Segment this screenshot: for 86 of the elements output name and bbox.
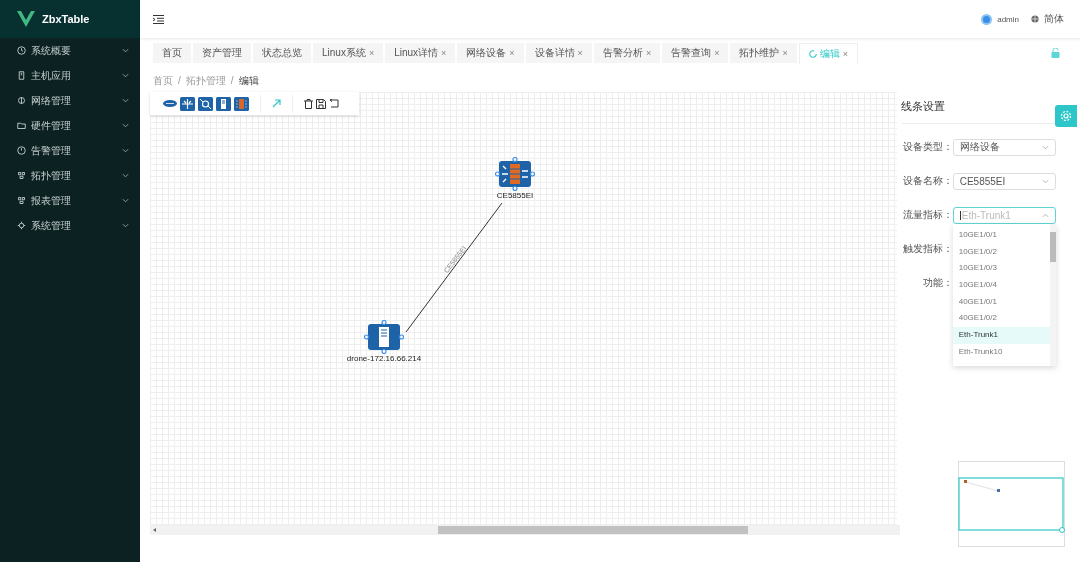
tab[interactable]: 告警查询 × [662, 43, 729, 63]
dropdown-option[interactable]: 10GE1/0/1 [952, 227, 1050, 244]
chevron-icon [122, 73, 129, 78]
dropdown-option[interactable]: Eth-Trunk1 [952, 327, 1050, 344]
tab[interactable]: 资产管理 [193, 43, 251, 63]
sidebar-item[interactable]: 告警管理 [0, 138, 140, 163]
field-label: 设备名称： [901, 174, 953, 188]
firewall-icon[interactable] [234, 96, 249, 111]
sidebar-item[interactable]: 报表管理 [0, 188, 140, 213]
dropdown-option[interactable]: 40GE1/0/2 [952, 310, 1050, 328]
close-icon[interactable]: × [441, 48, 447, 58]
close-icon[interactable]: × [509, 48, 515, 58]
chevron-icon [122, 198, 129, 203]
server-icon[interactable] [216, 96, 231, 111]
node-label: CE5855EI [496, 191, 534, 200]
tab[interactable]: 告警分析 × [593, 43, 661, 63]
tab[interactable]: 编辑 × [798, 42, 858, 64]
sidebar-item[interactable]: 系统概要 [0, 38, 140, 63]
dropdown-option[interactable]: 10GE1/0/2 [952, 243, 1050, 261]
field-label: 功能： [921, 276, 953, 290]
router-icon[interactable] [163, 100, 177, 107]
scrollbar[interactable] [150, 525, 900, 535]
close-icon[interactable]: × [577, 48, 583, 58]
scrollbar[interactable] [1049, 224, 1056, 366]
username[interactable]: admin [997, 14, 1019, 24]
sidebar-item[interactable]: 主机应用 [0, 63, 140, 88]
tab[interactable]: Linux系统 × [313, 43, 384, 63]
menu-item-icon [17, 221, 26, 230]
tab[interactable]: 网络设备 × [457, 43, 524, 63]
chevron-icon [122, 148, 129, 153]
caret-icon [1041, 212, 1049, 218]
undo-icon[interactable] [329, 99, 339, 108]
menu-item-icon [17, 46, 26, 55]
node-label: drone-172.16.66.214 [346, 354, 422, 363]
tab[interactable]: 设备详情 × [525, 43, 592, 63]
caret-icon [1041, 144, 1049, 150]
select-field[interactable]: CE5855EI [952, 172, 1056, 190]
logo-icon [17, 11, 35, 27]
breadcrumb-separator: / [178, 75, 181, 86]
breadcrumb-separator: / [230, 75, 234, 86]
menu-item-icon [17, 146, 26, 155]
app-name: ZbxTable [42, 13, 90, 25]
tab[interactable]: Linux详情 × [385, 43, 456, 63]
close-icon[interactable]: × [842, 48, 848, 59]
close-icon[interactable]: × [645, 48, 652, 58]
breadcrumb-item: 编辑 [238, 73, 259, 88]
sidebar-item[interactable]: 系统管理 [0, 213, 140, 238]
sidebar-item[interactable]: 硬件管理 [0, 113, 140, 138]
tab[interactable]: 状态总览 [253, 43, 311, 63]
save-icon[interactable] [316, 98, 326, 109]
menu-item-icon [17, 196, 26, 205]
sidebar-item[interactable]: 网络管理 [0, 88, 140, 113]
caret-icon [1041, 178, 1049, 184]
menu-item-icon [17, 121, 26, 130]
language-selector[interactable]: 简体 [1044, 12, 1064, 26]
switch-icon[interactable] [180, 96, 195, 111]
chevron-icon [122, 223, 129, 228]
chevron-icon [122, 98, 129, 103]
globe-icon[interactable] [1031, 15, 1039, 23]
switch-node-icon[interactable] [495, 157, 535, 191]
avatar-icon[interactable] [981, 13, 993, 25]
dropdown-option[interactable]: Eth-Trunk10 [952, 343, 1050, 361]
field-label: 设备类型： [901, 140, 953, 154]
menu-item-icon [17, 71, 26, 80]
chevron-icon [122, 123, 129, 128]
delete-icon[interactable] [304, 98, 313, 109]
sidebar-item[interactable]: 拓扑管理 [0, 163, 140, 188]
server-node-icon[interactable] [364, 320, 404, 354]
loading-icon [808, 49, 817, 58]
chevron-icon [122, 48, 129, 53]
close-icon[interactable]: × [714, 48, 720, 58]
dropdown-option[interactable]: 10GE1/0/3 [952, 260, 1050, 278]
dropdown-option[interactable]: 10GE1/0/4 [952, 277, 1050, 294]
field-label: 触发指标： [901, 242, 953, 256]
tab[interactable]: 首页 [153, 43, 191, 63]
close-icon[interactable]: × [368, 48, 375, 58]
select-field[interactable]: 网络设备 [952, 138, 1056, 156]
tab[interactable]: 拓扑维护 × [730, 43, 797, 63]
menu-item-icon [17, 96, 26, 105]
menu-item-icon [17, 171, 26, 180]
close-icon[interactable]: × [782, 48, 788, 58]
dropdown-option[interactable]: 40GE1/0/1 [952, 293, 1050, 311]
menu-icon[interactable] [153, 14, 164, 24]
chevron-icon [122, 173, 129, 178]
field-label: 流量指标： [901, 208, 953, 222]
hub-icon[interactable] [198, 96, 213, 111]
